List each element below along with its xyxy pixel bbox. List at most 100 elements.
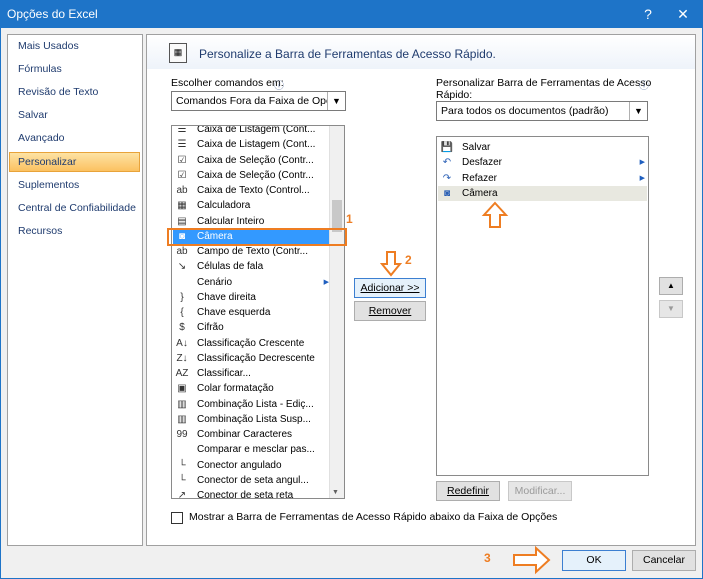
customize-info-icon[interactable]: ⓘ [639, 77, 649, 92]
command-item[interactable]: {Chave esquerda [173, 305, 331, 320]
command-item[interactable]: ab Campo de Texto (Contr... [173, 244, 331, 259]
sidebar-item-mais-usados[interactable]: Mais Usados [18, 37, 79, 55]
command-item[interactable]: Z↓ Classificação Decrescente [173, 351, 331, 366]
command-item[interactable]: $ Cifrão [173, 320, 331, 335]
annotation-step-2: 2 [405, 253, 412, 267]
command-item-label: Classificação Crescente [197, 337, 305, 349]
choose-commands-value: Comandos Fora da Faixa de Opç... [176, 95, 340, 107]
sidebar-item-suplementos[interactable]: Suplementos [18, 176, 79, 194]
show-below-label[interactable]: Mostrar a Barra de Ferramentas de Acesso… [189, 511, 557, 523]
main-panel: ▦ Personalize a Barra de Ferramentas de … [146, 34, 696, 546]
command-item[interactable]: ▦ Calculadora [173, 198, 331, 213]
annotation-step-1: 1 [346, 212, 353, 226]
command-item[interactable]: ▥ Combinação Lista Susp... [173, 412, 331, 427]
qat-item[interactable]: ↶ Desfazer ▶ [438, 155, 647, 170]
sidebar-item-formulas[interactable]: Fórmulas [18, 60, 62, 78]
command-item[interactable]: Comparar e mesclar pas... [173, 442, 331, 457]
checkbox-icon: ☑ [177, 169, 187, 181]
commands-scrollbar[interactable]: ▼ [329, 126, 344, 498]
window-title: Opções do Excel [7, 7, 98, 21]
qat-list[interactable]: 💾 Salvar ↶ Desfazer ▶ ↷ Refazer ▶ ◙ Câmera [436, 136, 649, 476]
straight-arrow-connector-icon: ↗ [177, 490, 187, 499]
save-icon: 💾 [440, 142, 454, 153]
command-item-label: Classificar... [197, 368, 251, 379]
command-item[interactable]: AZ Classificar... [173, 366, 331, 381]
command-item[interactable]: ▥ Combinação Lista - Ediç... [173, 397, 331, 412]
commands-list[interactable]: ☰ Caixa de Listagem (Cont... ☰ Caixa de Lis… [171, 125, 345, 499]
close-button[interactable]: ✕ [666, 0, 700, 28]
command-item[interactable]: ↗ Conector de seta reta [173, 488, 331, 499]
reset-button-label: Redefinir [446, 485, 490, 497]
move-up-button[interactable]: ▲ [659, 277, 683, 295]
command-item-label: Calcular Inteiro [197, 215, 265, 227]
command-item[interactable]: ab Caixa de Texto (Control... [173, 183, 331, 198]
ok-button[interactable]: OK [562, 550, 626, 571]
qat-item-label: Câmera [462, 187, 498, 199]
command-item[interactable]: └ Conector de seta angul... [173, 473, 331, 488]
qat-item-label: Salvar [462, 142, 491, 153]
command-item[interactable]: ↘ Células de fala [173, 259, 331, 274]
command-item[interactable]: Cenário ▶ [173, 275, 331, 290]
sidebar-item-personalizar[interactable]: Personalizar [18, 153, 76, 171]
combine-characters-icon: 99 [176, 429, 188, 440]
choose-commands-dropdown[interactable]: Comandos Fora da Faixa de Opç... ▼ [171, 91, 346, 111]
modify-button[interactable]: Modificar... [508, 481, 572, 501]
qat-item[interactable]: ◙ Câmera [438, 185, 647, 201]
text-field-icon: ab [176, 246, 188, 257]
add-button-label: Adicionar >> [360, 282, 420, 294]
qat-header-icon: ▦ [169, 43, 187, 63]
remove-button-label: Remover [368, 305, 412, 317]
cancel-button[interactable]: Cancelar [632, 550, 696, 571]
remove-button[interactable]: Remover [354, 301, 426, 321]
sidebar-item-avancado[interactable]: Avançado [18, 129, 65, 147]
command-item-label: Cenário [197, 276, 233, 288]
command-item-label: Classificação Decrescente [197, 352, 315, 364]
command-item-label: Colar formatação [197, 383, 274, 395]
chevron-down-icon: ▼ [327, 92, 345, 110]
customize-qat-dropdown[interactable]: Para todos os documentos (padrão) ▼ [436, 101, 648, 121]
submenu-arrow-icon: ▶ [639, 159, 645, 167]
calculator-icon: ▦ [177, 200, 187, 212]
reset-button[interactable]: Redefinir [436, 481, 500, 501]
help-button[interactable]: ? [631, 0, 665, 28]
scroll-down-icon[interactable]: ▼ [332, 489, 339, 496]
scenario-icon [175, 276, 189, 289]
right-brace-icon: } [180, 291, 184, 303]
sort-descending-icon: Z↓ [176, 352, 188, 364]
sort-ascending-icon: A↓ [176, 337, 188, 349]
list-box-icon: ☰ [177, 139, 187, 151]
move-down-button[interactable]: ▼ [659, 300, 683, 318]
camera-icon: ◙ [443, 187, 451, 199]
add-button[interactable]: Adicionar >> [354, 278, 426, 298]
command-item[interactable]: 99 Combinar Caracteres [173, 427, 331, 442]
sidebar-item-revisao-de-texto[interactable]: Revisão de Texto [18, 83, 98, 101]
elbow-arrow-connector-icon: └ [178, 474, 186, 486]
qat-item[interactable]: 💾 Salvar [438, 140, 647, 155]
command-item-label: Caixa de Seleção (Contr... [197, 169, 314, 181]
choose-info-icon[interactable]: ⓘ [274, 77, 284, 92]
choose-commands-label: Escolher comandos em: [171, 77, 284, 89]
sidebar-item-salvar[interactable]: Salvar [18, 106, 48, 124]
command-item-label: Combinação Lista Susp... [197, 413, 311, 425]
qat-item[interactable]: ↷ Refazer ▶ [438, 171, 647, 186]
text-box-icon: ab [176, 185, 188, 196]
calculate-icon: ▤ [177, 215, 187, 227]
sidebar-item-recursos[interactable]: Recursos [18, 222, 62, 240]
command-item[interactable]: ☰ Caixa de Listagem (Cont... [173, 125, 331, 137]
command-item[interactable]: A↓ Classificação Crescente [173, 336, 331, 351]
command-item-label: Chave direita [197, 291, 256, 303]
command-item-label: Caixa de Listagem (Cont... [197, 125, 316, 135]
command-item[interactable]: ☑ Caixa de Seleção (Contr... [173, 153, 331, 168]
command-item-label: Caixa de Seleção (Contr... [197, 154, 314, 166]
command-item[interactable]: } Chave direita [173, 290, 331, 305]
show-below-checkbox[interactable] [171, 512, 183, 524]
command-item[interactable]: └ Conector angulado [173, 458, 331, 473]
checkbox-icon: ☑ [177, 154, 187, 166]
command-item[interactable]: ☰ Caixa de Listagem (Cont... [173, 137, 331, 152]
command-item-label: Campo de Texto (Contr... [197, 246, 308, 257]
command-item[interactable]: ☑ Caixa de Seleção (Contr... [173, 168, 331, 183]
command-item[interactable]: ▣ Colar formatação [173, 381, 331, 396]
list-box-icon: ☰ [177, 125, 187, 135]
sidebar-item-central-de-confiabilidade[interactable]: Central de Confiabilidade [18, 199, 136, 217]
command-item[interactable]: ▤ Calcular Inteiro [173, 214, 331, 229]
